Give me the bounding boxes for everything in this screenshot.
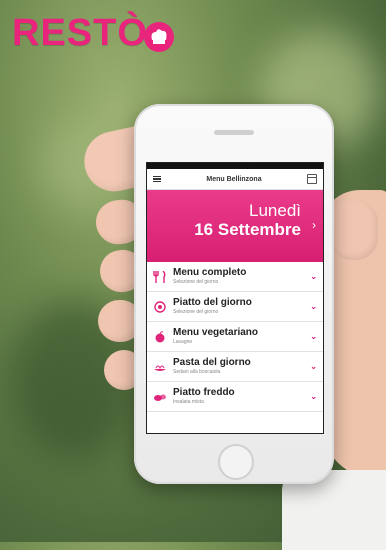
menu-item-title: Piatto del giorno	[173, 297, 252, 309]
menu-item-piatto-del-giorno[interactable]: Piatto del giorno Selezione del giorno ⌄	[147, 292, 323, 322]
chef-hat-icon	[144, 22, 174, 52]
chevron-down-icon[interactable]: ⌄	[310, 392, 317, 401]
menu-item-title: Menu vegetariano	[173, 327, 259, 339]
menu-item-title: Pasta del giorno	[173, 357, 251, 369]
app-header: Menu Bellinzona	[147, 169, 323, 190]
menu-item-title: Menu completo	[173, 267, 247, 279]
date-banner[interactable]: Lunedì 16 Settembre ›	[147, 190, 323, 262]
chevron-right-icon[interactable]: ›	[312, 218, 316, 232]
pasta-icon	[154, 365, 166, 371]
home-button[interactable]	[218, 444, 254, 480]
chevron-down-icon[interactable]: ⌄	[310, 362, 317, 371]
chevron-down-icon[interactable]: ⌄	[310, 332, 317, 341]
speaker-grill	[214, 130, 254, 135]
salad-icon	[154, 394, 166, 401]
header-title: Menu Bellinzona	[206, 175, 262, 183]
date-label: 16 Settembre	[194, 220, 301, 239]
smartphone: Menu Bellinzona Lunedì 16 Settembre › Me…	[134, 104, 334, 484]
hamburger-icon[interactable]	[153, 175, 161, 183]
menu-item-subtitle: Insalata mista	[173, 398, 204, 405]
app-screen: Menu Bellinzona Lunedì 16 Settembre › Me…	[146, 162, 324, 434]
menu-item-subtitle: Selezione del giorno	[173, 308, 219, 315]
calendar-icon[interactable]	[306, 174, 317, 184]
menu-item-piatto-freddo[interactable]: Piatto freddo Insalata mista ⌄	[147, 382, 323, 412]
apple-icon	[155, 330, 165, 342]
chevron-down-icon[interactable]: ⌄	[310, 302, 317, 311]
menu-item-subtitle: Selezione del giorno	[173, 278, 219, 285]
menu-item-menu-vegetariano[interactable]: Menu vegetariano Lasagne ⌄	[147, 322, 323, 352]
cutlery-icon	[153, 270, 166, 283]
menu-item-title: Piatto freddo	[173, 387, 235, 399]
chevron-down-icon[interactable]: ⌄	[310, 272, 317, 281]
menu-item-pasta-del-giorno[interactable]: Pasta del giorno Sedani alla boscaiola ⌄	[147, 352, 323, 382]
menu-item-subtitle: Sedani alla boscaiola	[173, 368, 221, 375]
menu-item-subtitle: Lasagne	[173, 338, 193, 345]
menu-item-menu-completo[interactable]: Menu completo Selezione del giorno ⌄	[147, 262, 323, 292]
plate-icon	[154, 300, 166, 313]
resto-logo: RESTÒ	[12, 12, 148, 54]
day-name: Lunedì	[249, 201, 301, 220]
